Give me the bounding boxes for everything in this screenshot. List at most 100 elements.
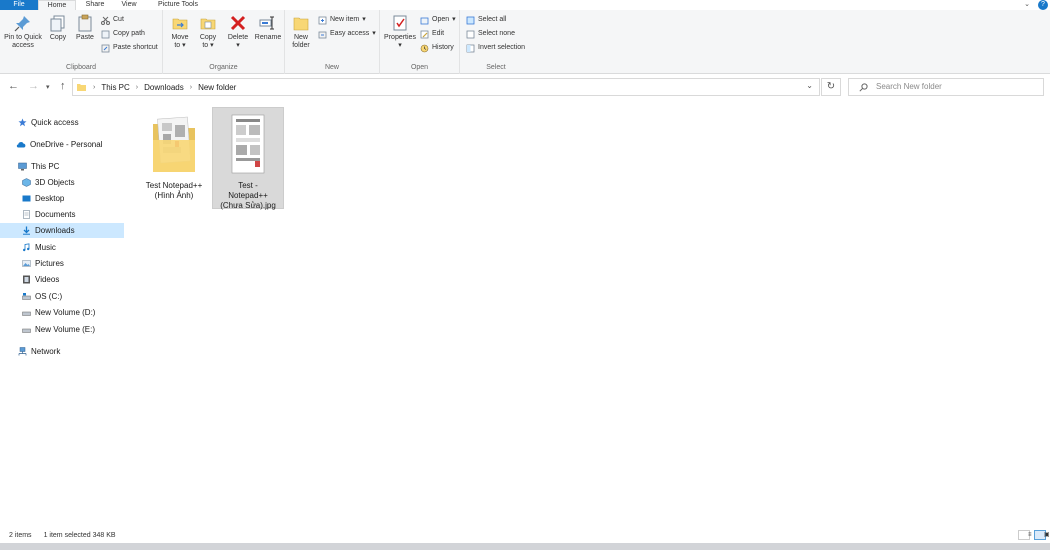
- breadcrumb-this-pc[interactable]: This PC: [101, 83, 129, 92]
- navigation-bar: ← → ▾ ↑ › This PC › Downloads › New fold…: [0, 75, 1050, 99]
- sidebar-item-videos[interactable]: Videos: [0, 272, 124, 287]
- sidebar-item-network[interactable]: Network: [0, 344, 124, 359]
- sidebar-item-os-c[interactable]: OS (C:): [0, 289, 124, 304]
- sidebar-item-pictures[interactable]: Pictures: [0, 256, 124, 271]
- recent-locations-chevron-icon[interactable]: ▾: [46, 83, 50, 91]
- collapse-ribbon-icon[interactable]: ⌄: [1024, 0, 1030, 9]
- paste-shortcut-icon: [101, 44, 110, 52]
- help-icon[interactable]: ?: [1038, 0, 1048, 10]
- tab-file[interactable]: File: [0, 0, 38, 10]
- pin-icon: [14, 16, 30, 32]
- breadcrumb-separator-icon[interactable]: ›: [136, 84, 138, 91]
- tab-picture-tools[interactable]: Picture Tools: [150, 0, 206, 10]
- copy-path-icon: [101, 30, 110, 38]
- sidebar-item-new-volume-d[interactable]: New Volume (D:): [0, 305, 124, 320]
- paste-shortcut-button[interactable]: Paste shortcut: [101, 43, 158, 53]
- pin-to-quick-access-button[interactable]: Pin to Quick access: [3, 14, 43, 50]
- sidebar-item-quick-access[interactable]: Quick access: [0, 115, 124, 130]
- rename-icon: [259, 16, 274, 30]
- up-arrow-icon[interactable]: ↑: [60, 80, 66, 92]
- paste-shortcut-label: Paste shortcut: [113, 44, 158, 51]
- sidebar-item-label: Videos: [35, 275, 60, 284]
- invert-selection-button[interactable]: Invert selection: [466, 43, 525, 53]
- delete-button[interactable]: Delete ▾: [225, 14, 251, 50]
- new-item-label: New item: [330, 16, 360, 23]
- folder-with-images-icon: [153, 116, 195, 172]
- breadcrumb-separator-icon[interactable]: ›: [93, 84, 95, 91]
- network-icon: [18, 347, 27, 356]
- address-bar[interactable]: › This PC › Downloads › New folder ⌄: [72, 78, 820, 96]
- refresh-button[interactable]: ↻: [821, 78, 841, 96]
- file-name-line-2: (Hình Ảnh): [154, 191, 194, 200]
- selection-info: 1 item selected 348 KB: [43, 531, 116, 539]
- move-to-button[interactable]: Move to ▾: [167, 14, 193, 50]
- open-group-label: Open: [410, 64, 429, 71]
- search-input[interactable]: Search New folder: [876, 82, 942, 91]
- file-item-image[interactable]: Test - Notepad++ (Chưa Sửa).jpg: [212, 107, 284, 210]
- sidebar-item-downloads[interactable]: Downloads: [0, 223, 124, 238]
- sidebar-item-documents[interactable]: Documents: [0, 207, 124, 222]
- properties-button[interactable]: Properties ▾: [382, 14, 418, 50]
- select-group-label: Select: [486, 64, 506, 71]
- new-folder-button[interactable]: New folder: [287, 14, 315, 50]
- sidebar-item-label: New Volume (D:): [35, 308, 96, 317]
- new-group: New folder New item ▾ Easy access ▾ New: [285, 10, 380, 74]
- sidebar-item-3d-objects[interactable]: 3D Objects: [0, 175, 124, 190]
- sidebar-item-this-pc[interactable]: This PC: [0, 159, 124, 174]
- sidebar-item-desktop[interactable]: Desktop: [0, 191, 124, 206]
- open-button[interactable]: Open ▾: [420, 15, 456, 25]
- back-arrow-icon[interactable]: ←: [8, 80, 19, 92]
- edit-button[interactable]: Edit: [420, 29, 444, 39]
- large-icons-view-button[interactable]: ▣: [1034, 530, 1050, 540]
- cloud-icon: [16, 142, 26, 148]
- sidebar-item-label: This PC: [31, 162, 60, 171]
- clipboard-group: Pin to Quick access Copy Paste Cut Copy …: [0, 10, 163, 74]
- ribbon-tabs: File Home Share View Picture Tools ⌄ ?: [0, 0, 1050, 10]
- search-box[interactable]: Search New folder: [848, 78, 1044, 96]
- copy-to-label-1: Copy: [199, 34, 217, 41]
- computer-icon: [18, 162, 27, 171]
- copy-to-icon: [200, 18, 216, 30]
- address-dropdown-icon[interactable]: ⌄: [806, 81, 813, 90]
- copy-to-label-2: to: [202, 42, 209, 49]
- sidebar-item-new-volume-e[interactable]: New Volume (E:): [0, 322, 124, 337]
- pin-label-2: access: [12, 42, 34, 49]
- select-none-label: Select none: [478, 30, 515, 37]
- file-name-line-2: Notepad++: [228, 191, 268, 200]
- select-none-button[interactable]: Select none: [466, 29, 515, 39]
- tab-share[interactable]: Share: [80, 0, 110, 10]
- sidebar-item-music[interactable]: Music: [0, 240, 124, 255]
- copy-button[interactable]: Copy: [46, 14, 70, 42]
- select-all-button[interactable]: Select all: [466, 15, 506, 25]
- move-to-label-1: Move: [171, 34, 189, 41]
- pin-label-1: Pin to Quick: [4, 34, 42, 41]
- copy-to-button[interactable]: Copy to ▾: [195, 14, 221, 50]
- forward-arrow-icon[interactable]: →: [28, 80, 39, 92]
- move-to-label-2: to: [174, 42, 181, 49]
- image-thumbnail: [231, 114, 265, 174]
- tab-view[interactable]: View: [114, 0, 144, 10]
- new-item-button[interactable]: New item ▾: [318, 15, 366, 25]
- drive-icon: [22, 311, 31, 316]
- invert-selection-label: Invert selection: [478, 44, 526, 51]
- cut-button[interactable]: Cut: [101, 15, 124, 25]
- copy-label: Copy: [49, 34, 67, 41]
- invert-selection-icon: [466, 44, 475, 52]
- search-icon: [859, 83, 868, 92]
- star-icon: [18, 118, 27, 127]
- tab-home[interactable]: Home: [38, 0, 76, 10]
- breadcrumb-downloads[interactable]: Downloads: [144, 83, 184, 92]
- easy-access-label: Easy access: [330, 30, 370, 37]
- easy-access-button[interactable]: Easy access ▾: [318, 29, 376, 39]
- sidebar-item-onedrive[interactable]: OneDrive - Personal: [0, 137, 124, 152]
- breadcrumb-new-folder[interactable]: New folder: [198, 83, 236, 92]
- details-view-button[interactable]: ≡: [1018, 530, 1032, 540]
- file-item-folder[interactable]: Test Notepad++ (Hình Ảnh): [138, 108, 210, 204]
- rename-button[interactable]: Rename: [253, 14, 283, 42]
- copy-path-button[interactable]: Copy path: [101, 29, 145, 39]
- paste-button[interactable]: Paste: [73, 14, 97, 42]
- drive-icon: [22, 328, 31, 333]
- properties-label: Properties: [384, 34, 416, 41]
- history-button[interactable]: History: [420, 43, 454, 53]
- breadcrumb-separator-icon[interactable]: ›: [190, 84, 192, 91]
